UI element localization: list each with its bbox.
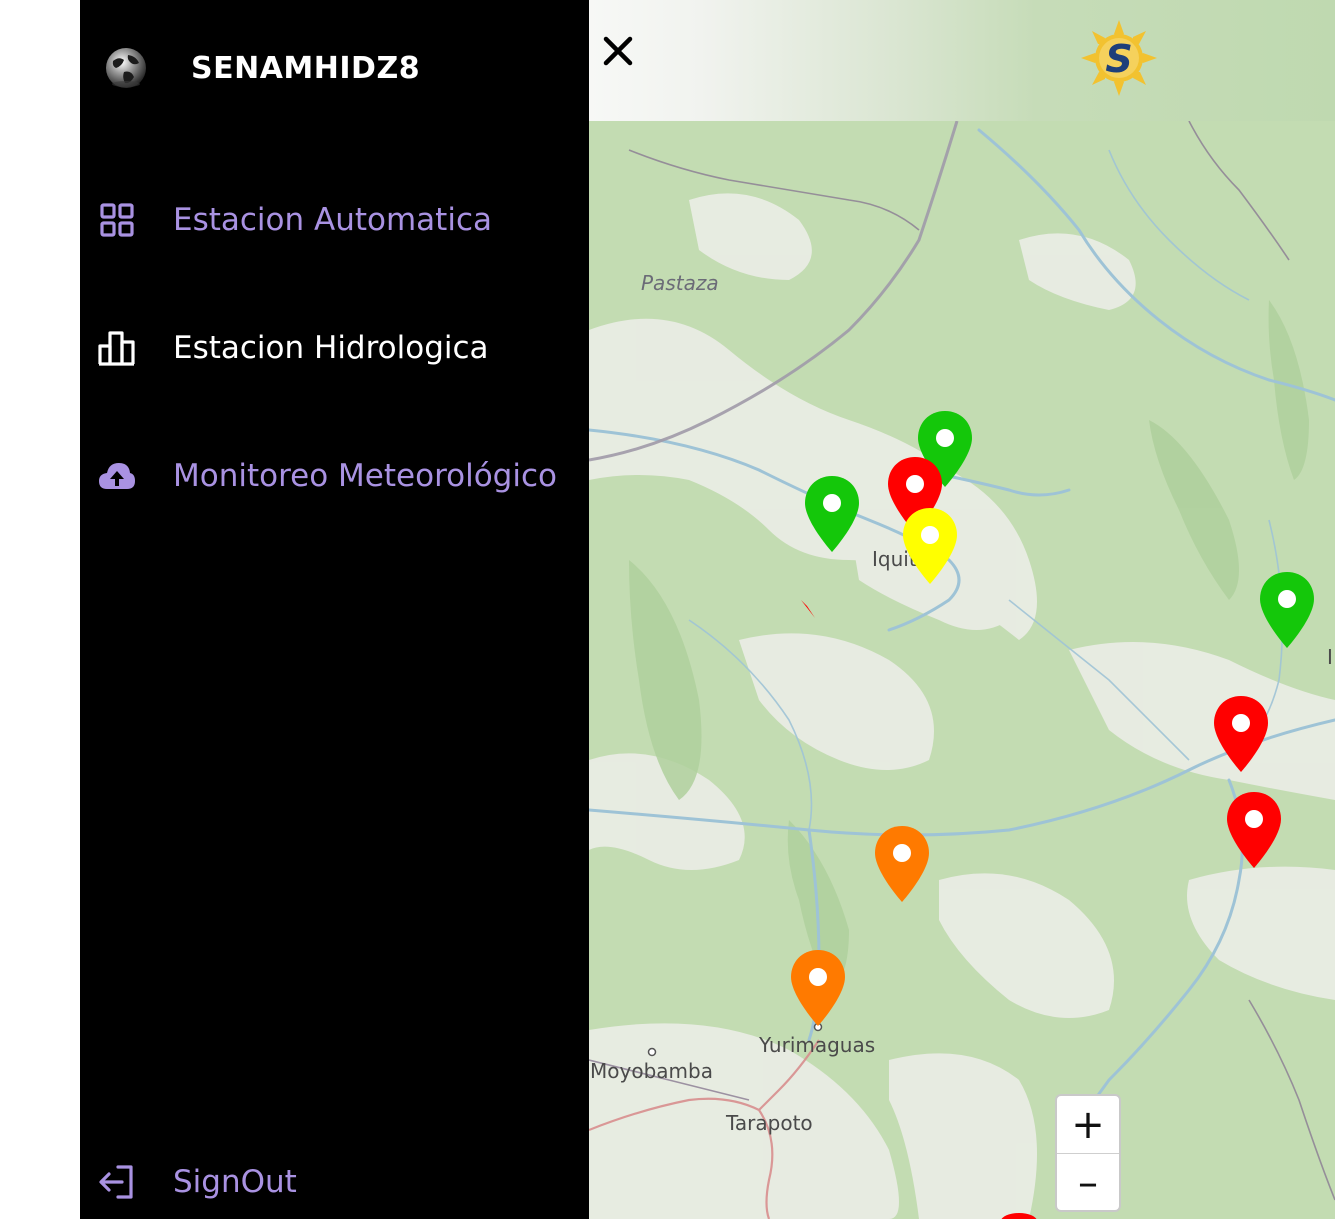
signout-label: SignOut bbox=[173, 1164, 297, 1200]
sign-out-icon bbox=[98, 1163, 136, 1201]
zoom-in-button[interactable]: + bbox=[1057, 1096, 1119, 1154]
cloud-upload-icon bbox=[98, 457, 136, 495]
station-marker[interactable] bbox=[873, 824, 931, 904]
station-marker[interactable] bbox=[1225, 790, 1283, 870]
page-margin bbox=[0, 0, 80, 1219]
sidebar-item-label: Estacion Hidrologica bbox=[173, 330, 489, 366]
signout-button[interactable]: SignOut bbox=[98, 1163, 297, 1201]
zoom-control: + – bbox=[1055, 1094, 1121, 1212]
bar-chart-icon bbox=[98, 329, 136, 367]
station-marker[interactable] bbox=[1258, 570, 1316, 650]
globe-icon bbox=[106, 48, 146, 88]
station-marker[interactable] bbox=[1212, 694, 1270, 774]
brand: SENAMHIDZ8 bbox=[104, 46, 420, 90]
town-dots bbox=[647, 600, 823, 1057]
sidebar-item-monitoreo-meteorologico[interactable]: Monitoreo Meteorológico bbox=[98, 457, 557, 495]
station-marker[interactable] bbox=[789, 948, 847, 1028]
brand-title: SENAMHIDZ8 bbox=[191, 50, 421, 86]
sidebar-item-label: Estacion Automatica bbox=[173, 202, 492, 238]
sidebar: SENAMHIDZ8 Estacion Automatica Estacion … bbox=[80, 0, 589, 1219]
grid-icon bbox=[98, 201, 136, 239]
zoom-out-button[interactable]: – bbox=[1057, 1154, 1119, 1210]
station-marker[interactable] bbox=[901, 506, 959, 586]
station-marker[interactable] bbox=[803, 474, 861, 554]
sidebar-item-label: Monitoreo Meteorológico bbox=[173, 458, 557, 494]
station-marker-partial[interactable] bbox=[999, 1212, 1039, 1219]
sidebar-item-estacion-hidrologica[interactable]: Estacion Hidrologica bbox=[98, 329, 489, 367]
map[interactable]: S Pastaza Iquitos Yurimaguas Moyobamba T… bbox=[589, 0, 1335, 1219]
sidebar-item-estacion-automatica[interactable]: Estacion Automatica bbox=[98, 201, 492, 239]
